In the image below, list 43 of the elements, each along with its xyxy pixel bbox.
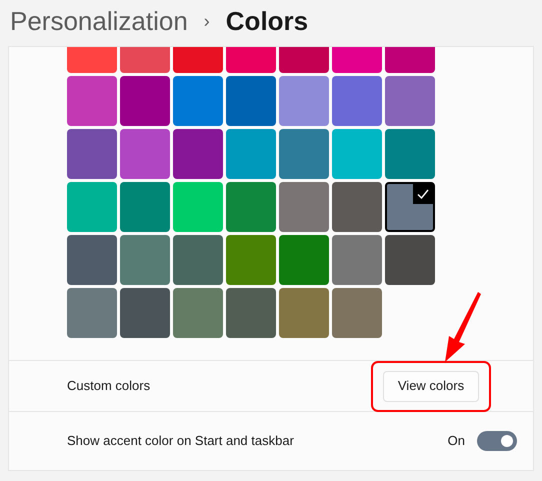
color-swatch[interactable] bbox=[173, 235, 223, 285]
page-title: Colors bbox=[226, 4, 308, 38]
color-swatch[interactable] bbox=[385, 129, 435, 179]
color-swatch[interactable] bbox=[67, 235, 117, 285]
color-swatch[interactable] bbox=[385, 235, 435, 285]
color-swatch[interactable] bbox=[279, 235, 329, 285]
custom-colors-label: Custom colors bbox=[67, 377, 150, 396]
color-swatch[interactable] bbox=[332, 182, 382, 232]
color-swatch[interactable] bbox=[385, 76, 435, 126]
breadcrumb-parent[interactable]: Personalization bbox=[10, 2, 188, 40]
color-swatch[interactable] bbox=[173, 288, 223, 338]
color-swatch[interactable] bbox=[173, 76, 223, 126]
breadcrumb-separator: › bbox=[204, 10, 210, 32]
color-swatch[interactable] bbox=[332, 76, 382, 126]
color-swatch[interactable] bbox=[120, 129, 170, 179]
toggle-state-text: On bbox=[448, 432, 465, 450]
color-swatch[interactable] bbox=[67, 288, 117, 338]
color-swatch[interactable] bbox=[67, 129, 117, 179]
color-swatch[interactable] bbox=[226, 288, 276, 338]
color-swatch[interactable] bbox=[279, 288, 329, 338]
color-swatch[interactable] bbox=[279, 182, 329, 232]
color-swatch[interactable] bbox=[279, 76, 329, 126]
color-swatch[interactable] bbox=[120, 76, 170, 126]
color-swatch[interactable] bbox=[226, 182, 276, 232]
color-swatch[interactable] bbox=[120, 235, 170, 285]
color-swatch[interactable] bbox=[67, 76, 117, 126]
color-swatch[interactable] bbox=[385, 182, 435, 232]
accent-setting-label: Show accent color on Start and taskbar bbox=[67, 432, 294, 450]
color-swatch[interactable] bbox=[120, 288, 170, 338]
color-swatch[interactable] bbox=[332, 129, 382, 179]
color-swatch[interactable] bbox=[120, 182, 170, 232]
color-swatch[interactable] bbox=[226, 76, 276, 126]
color-swatch[interactable] bbox=[226, 129, 276, 179]
view-colors-button[interactable]: View colors bbox=[383, 370, 479, 402]
color-swatch[interactable] bbox=[279, 129, 329, 179]
check-icon bbox=[413, 184, 433, 204]
color-swatch[interactable] bbox=[226, 235, 276, 285]
color-swatch[interactable] bbox=[173, 182, 223, 232]
color-swatch[interactable] bbox=[173, 129, 223, 179]
color-swatch[interactable] bbox=[67, 182, 117, 232]
color-swatch[interactable] bbox=[332, 235, 382, 285]
toggle-switch[interactable] bbox=[477, 431, 517, 451]
color-swatch[interactable] bbox=[332, 288, 382, 338]
